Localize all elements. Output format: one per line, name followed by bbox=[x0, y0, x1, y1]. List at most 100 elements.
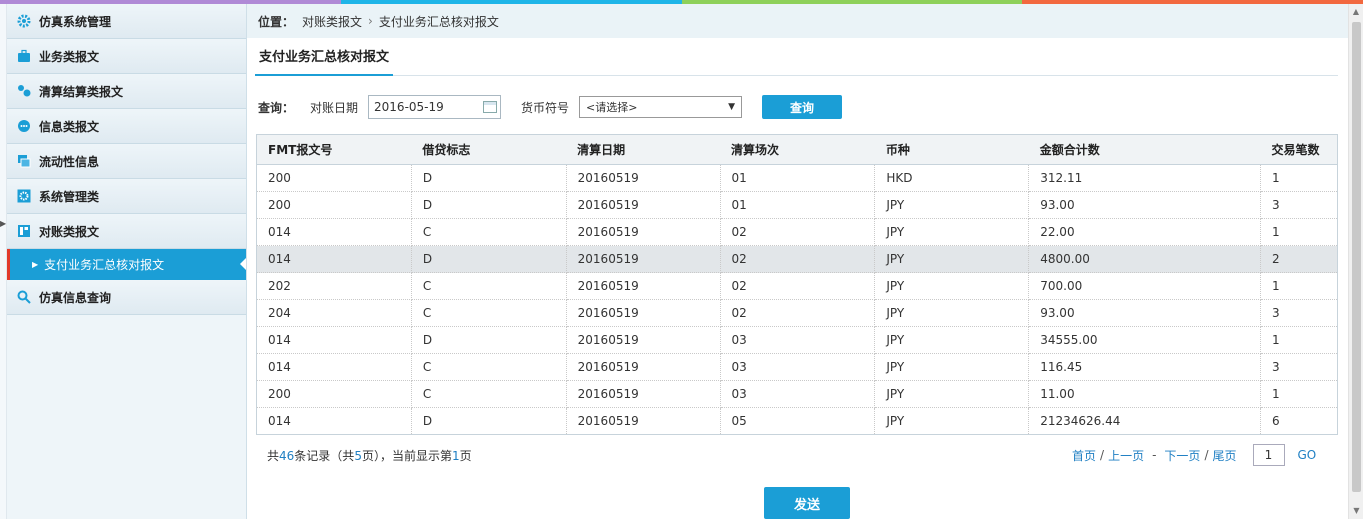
table-row-highlighted[interactable]: 014 D 20160519 02 JPY 4800.00 2 bbox=[256, 245, 1338, 273]
table-cell: 200 bbox=[256, 380, 412, 408]
prev-page-link[interactable]: 上一页 bbox=[1108, 447, 1144, 464]
table-row[interactable]: 200 C 20160519 03 JPY 11.00 1 bbox=[256, 380, 1338, 408]
vertical-scrollbar[interactable]: ▲ ▼ bbox=[1348, 4, 1363, 519]
table-cell: 1 bbox=[1260, 164, 1338, 192]
query-bar: 查询： 对账日期 2016-05-19 货币符号 <请选择> ▼ 查询 bbox=[258, 94, 843, 120]
page-number-input[interactable]: 1 bbox=[1252, 444, 1285, 466]
pager-text: 共 bbox=[267, 449, 280, 463]
sidebar-item-label: 仿真系统管理 bbox=[39, 14, 112, 29]
column-header: FMT报文号 bbox=[256, 134, 412, 165]
table-cell: JPY bbox=[874, 218, 1030, 246]
table-cell: 20160519 bbox=[566, 164, 721, 192]
sidebar-item-simulation-admin[interactable]: 仿真系统管理 bbox=[7, 4, 246, 39]
table-cell: 01 bbox=[720, 164, 876, 192]
table-cell: 3 bbox=[1260, 191, 1338, 219]
table-cell: 02 bbox=[720, 272, 876, 300]
sidebar-menu: 仿真系统管理 业务类报文 清算结算类报文 信息类报文 流动性信息 系统管理类 对… bbox=[7, 4, 246, 315]
first-page-link[interactable]: 首页 bbox=[1072, 447, 1096, 464]
sidebar-collapse-strip[interactable] bbox=[0, 4, 7, 519]
table-cell: JPY bbox=[874, 272, 1030, 300]
table-cell: D bbox=[411, 164, 567, 192]
table-cell: C bbox=[411, 299, 567, 327]
sidebar-item-label: 清算结算类报文 bbox=[39, 84, 124, 99]
sidebar-item-label: 仿真信息查询 bbox=[39, 290, 112, 305]
date-input[interactable]: 2016-05-19 bbox=[368, 95, 502, 119]
scroll-up-icon[interactable]: ▲ bbox=[1349, 4, 1363, 20]
current-page: 1 bbox=[451, 449, 460, 463]
table-cell: 2 bbox=[1260, 245, 1338, 273]
last-page-link[interactable]: 尾页 bbox=[1212, 447, 1236, 464]
sidebar-item-business-messages[interactable]: 业务类报文 bbox=[7, 39, 246, 74]
collapse-arrow-icon[interactable]: ▶ bbox=[0, 218, 7, 230]
table-cell: 03 bbox=[720, 326, 876, 354]
currency-select[interactable]: <请选择> ▼ bbox=[579, 96, 743, 118]
query-button[interactable]: 查询 bbox=[762, 95, 843, 119]
table-cell: 700.00 bbox=[1028, 272, 1262, 300]
table-cell: JPY bbox=[874, 380, 1030, 408]
table-cell: 93.00 bbox=[1028, 191, 1262, 219]
pagination-summary: 共46条记录（共5页），当前显示第1页 bbox=[267, 447, 472, 464]
table-row[interactable]: 014 D 20160519 03 JPY 34555.00 1 bbox=[256, 326, 1338, 354]
table-cell: JPY bbox=[874, 299, 1030, 327]
sidebar-subitem-payment-summary[interactable]: ▶ 支付业务汇总核对报文 bbox=[7, 249, 246, 280]
column-header: 交易笔数 bbox=[1260, 134, 1338, 165]
main-content: 位置： 对账类报文 › 支付业务汇总核对报文 支付业务汇总核对报文 查询： 对账… bbox=[247, 4, 1348, 519]
table-cell: 20160519 bbox=[566, 407, 721, 435]
pager-separator: - bbox=[1152, 448, 1157, 462]
table-cell: C bbox=[411, 380, 567, 408]
table-cell: 20160519 bbox=[566, 299, 721, 327]
gear-icon bbox=[17, 14, 31, 28]
magnifier-icon bbox=[17, 290, 31, 304]
table-header-row: FMT报文号 借贷标志 清算日期 清算场次 币种 金额合计数 交易笔数 bbox=[256, 134, 1338, 165]
page-title-row: 支付业务汇总核对报文 bbox=[255, 46, 1338, 76]
table-row[interactable]: 204 C 20160519 02 JPY 93.00 3 bbox=[256, 299, 1338, 327]
column-header: 金额合计数 bbox=[1028, 134, 1261, 165]
sidebar-item-reconciliation[interactable]: 对账类报文 bbox=[7, 214, 246, 249]
table-cell: JPY bbox=[874, 326, 1030, 354]
table-row[interactable]: 200 D 20160519 01 HKD 312.11 1 bbox=[256, 164, 1338, 192]
breadcrumb: 位置： 对账类报文 › 支付业务汇总核对报文 bbox=[247, 4, 1348, 38]
table-row[interactable]: 202 C 20160519 02 JPY 700.00 1 bbox=[256, 272, 1338, 300]
table-cell: 20160519 bbox=[566, 218, 721, 246]
settlement-icon bbox=[17, 84, 31, 98]
scroll-down-icon[interactable]: ▼ bbox=[1349, 503, 1363, 519]
scrollbar-thumb[interactable] bbox=[1352, 22, 1361, 492]
next-page-link[interactable]: 下一页 bbox=[1164, 447, 1200, 464]
sidebar-item-simulation-query[interactable]: 仿真信息查询 bbox=[7, 280, 246, 315]
table-row[interactable]: 014 D 20160519 05 JPY 21234626.44 6 bbox=[256, 407, 1338, 435]
table-cell: JPY bbox=[874, 245, 1030, 273]
table-cell: D bbox=[411, 191, 567, 219]
go-button[interactable]: GO bbox=[1298, 448, 1317, 462]
table-cell: 20160519 bbox=[566, 353, 721, 381]
page-title: 支付业务汇总核对报文 bbox=[255, 46, 394, 76]
table-cell: C bbox=[411, 218, 567, 246]
sidebar-item-liquidity-info[interactable]: 流动性信息 bbox=[7, 144, 246, 179]
sidebar-item-label: 对账类报文 bbox=[39, 224, 100, 239]
send-button[interactable]: 发送 bbox=[764, 487, 850, 519]
sidebar-item-clearing-messages[interactable]: 清算结算类报文 bbox=[7, 74, 246, 109]
sidebar-item-label: 信息类报文 bbox=[39, 119, 100, 134]
sidebar-item-info-messages[interactable]: 信息类报文 bbox=[7, 109, 246, 144]
table-cell: 21234626.44 bbox=[1028, 407, 1262, 435]
table-row[interactable]: 014 C 20160519 02 JPY 22.00 1 bbox=[256, 218, 1338, 246]
total-records: 46 bbox=[279, 449, 295, 463]
table-cell: 116.45 bbox=[1028, 353, 1262, 381]
table-cell: 1 bbox=[1260, 218, 1338, 246]
table-cell: 014 bbox=[256, 326, 412, 354]
pager-separator: / bbox=[1100, 448, 1105, 462]
table-cell: 4800.00 bbox=[1028, 245, 1262, 273]
breadcrumb-item: 支付业务汇总核对报文 bbox=[378, 14, 499, 29]
table-row[interactable]: 200 D 20160519 01 JPY 93.00 3 bbox=[256, 191, 1338, 219]
table-cell: 20160519 bbox=[566, 272, 721, 300]
breadcrumb-separator-icon: › bbox=[368, 14, 373, 28]
table-cell: 11.00 bbox=[1028, 380, 1262, 408]
breadcrumb-item[interactable]: 对账类报文 bbox=[302, 13, 362, 30]
table-cell: 014 bbox=[256, 245, 412, 273]
table-cell: 200 bbox=[256, 164, 412, 192]
table-cell: 02 bbox=[720, 245, 876, 273]
sidebar-item-system-admin[interactable]: 系统管理类 bbox=[7, 179, 246, 214]
table-row[interactable]: 014 C 20160519 03 JPY 116.45 3 bbox=[256, 353, 1338, 381]
sidebar-item-label: 流动性信息 bbox=[39, 154, 100, 169]
calendar-icon[interactable] bbox=[483, 101, 498, 113]
table-cell: C bbox=[411, 353, 567, 381]
